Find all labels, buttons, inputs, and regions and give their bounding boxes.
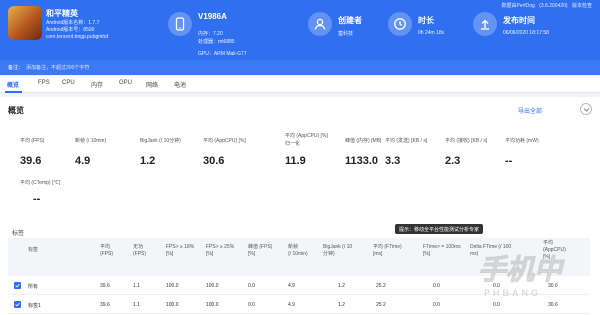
checkbox[interactable] [14, 282, 21, 289]
column-header: 平均 (FPS) [100, 244, 114, 257]
checkbox[interactable] [14, 301, 21, 308]
cell: 100.0 [166, 283, 179, 289]
cell: 100.0 [206, 302, 219, 308]
note-bar[interactable]: 备注： 添加备注，不超过200个字符 [0, 60, 600, 75]
column-header: 平均 (FTime) [ms] [373, 244, 402, 257]
metric-value: 11.9 [285, 155, 306, 167]
report-header: 和平精英 Android版本名称：1.7.7 Android版本号：8500 c… [0, 0, 600, 60]
device-gpu: GPU：ARM Mali-G77 [198, 51, 247, 57]
cell: 4.9 [288, 302, 295, 308]
cell: 4.9 [288, 283, 295, 289]
tab-cpu[interactable]: CPU [62, 80, 75, 86]
note-input[interactable]: 添加备注，不超过200个字符 [26, 64, 89, 71]
metric-label: 峰值 (内存) [MB] [345, 138, 382, 144]
device-model: V1986A [198, 12, 227, 21]
user-icon [308, 12, 332, 36]
tab-battery[interactable]: 电池 [174, 80, 186, 89]
metric-value: 4.9 [75, 155, 91, 167]
tab-fps[interactable]: FPS [38, 80, 50, 86]
cell: 25.2 [376, 283, 386, 289]
metric-value: 1133.0 [345, 155, 379, 167]
metric-label: 平均 (AppCPU) [%] [285, 133, 328, 139]
metric-value: -- [505, 155, 513, 167]
toolbar-links: 数据由PerfDog (3.6.200420) 版本检查 [499, 2, 593, 9]
column-header: 新帧 (/ 10min) [288, 244, 308, 257]
app-package: com.tencent.tmgp.pubgmhd [46, 34, 108, 40]
metric-value: 1.2 [140, 155, 156, 167]
app-name: 和平精英 [46, 9, 78, 18]
table-title: 标签 [12, 231, 25, 237]
export-all-button[interactable]: 导出全部 [518, 106, 542, 115]
metric-label: 平均 (接收) [KB / s] [445, 138, 488, 144]
metric-label: BigJank (/ 10分钟) [140, 138, 181, 144]
column-header: FTime> = 100ms [%] [423, 244, 461, 257]
clock-icon [388, 12, 412, 36]
metric-label: 平均 (发送) [KB / s] [385, 138, 428, 144]
metric-label: 平均 (FPS) [20, 138, 45, 144]
duration-title: 时长 [418, 16, 434, 25]
tab-gpu[interactable]: GPU [119, 80, 132, 86]
version-check-link[interactable]: 版本检查 [572, 3, 592, 9]
metric-sublabel: 归一化 [285, 141, 301, 147]
upload-icon [473, 12, 497, 36]
cell: 39.6 [100, 302, 110, 308]
metric-value: 30.6 [203, 155, 225, 167]
cell: 25.2 [376, 302, 386, 308]
metric-label: 平均功耗 (mW) [505, 138, 539, 144]
app-version-name: Android版本名称：1.7.7 [46, 20, 100, 26]
metric-label: 新帧 (/ 10min) [75, 138, 107, 144]
watermark-text: 手机中 [477, 254, 563, 286]
cell: 0.0 [248, 283, 255, 289]
note-label: 备注： [8, 65, 24, 71]
metric-value: 2.3 [445, 155, 461, 167]
row-label: 所有 [28, 284, 39, 290]
device-cpu: 处理器：mt6885 [198, 39, 235, 45]
perfdog-credit: 数据由PerfDog [501, 3, 535, 9]
column-header: 无功 (FPS) [133, 244, 147, 257]
metric-label: 平均 (CTemp) [℃] [20, 180, 61, 186]
device-memory: 内存：7.20 [198, 31, 223, 37]
cell: 1.2 [338, 302, 345, 308]
section-title: 概览 [8, 106, 24, 115]
creator-value: 蓋科技 [338, 31, 354, 37]
cell: 39.6 [100, 283, 110, 289]
published-title: 发布时间 [503, 16, 535, 25]
column-header: 峰值 (FPS) [%] [248, 244, 273, 257]
cell: 0.0 [433, 302, 440, 308]
row-label: 标签1 [28, 303, 41, 309]
tab-bar: 概览 FPS CPU 内存 GPU 网络 电池 [0, 76, 600, 93]
tab-network[interactable]: 网络 [146, 80, 158, 89]
metric-value: 39.6 [20, 155, 42, 167]
cell: 0.0 [433, 283, 440, 289]
cell: 1.1 [133, 302, 140, 308]
cell: 1.1 [133, 283, 140, 289]
perfdog-version: (3.6.200420) [539, 3, 568, 9]
cell: 1.2 [338, 283, 345, 289]
app-icon [8, 6, 42, 40]
column-header: BigJank (/ 10 分钟) [323, 244, 353, 257]
site-watermark: 手机中 PHBANG [470, 246, 595, 308]
phone-icon [168, 12, 192, 36]
metric-label: 平均 (AppCPU) [%] [203, 138, 246, 144]
active-tab-indicator [5, 91, 22, 93]
tab-memory[interactable]: 内存 [91, 80, 103, 89]
watermark-subtext: PHBANG [484, 288, 542, 298]
column-header: FPS> ≥ 18% [%] [166, 244, 195, 257]
column-header: 标签 [28, 247, 39, 253]
metric-value: 3.3 [385, 155, 401, 167]
published-value: 06/06/2020 18:17:58 [503, 30, 549, 36]
app-version-code: Android版本号：8500 [46, 27, 95, 33]
metric-value: -- [33, 193, 41, 205]
tooltip: 提示：移动全平台性能测试分析专家 [395, 224, 484, 234]
cell: 100.0 [206, 283, 219, 289]
chevron-down-icon[interactable] [580, 103, 592, 115]
creator-title: 创建者 [338, 16, 362, 25]
column-header: FPS> ≥ 25% [%] [206, 244, 235, 257]
tab-overview[interactable]: 概览 [7, 80, 19, 89]
duration-value: 0h 24m 18s [418, 30, 445, 36]
cell: 100.0 [166, 302, 179, 308]
cell: 0.0 [248, 302, 255, 308]
